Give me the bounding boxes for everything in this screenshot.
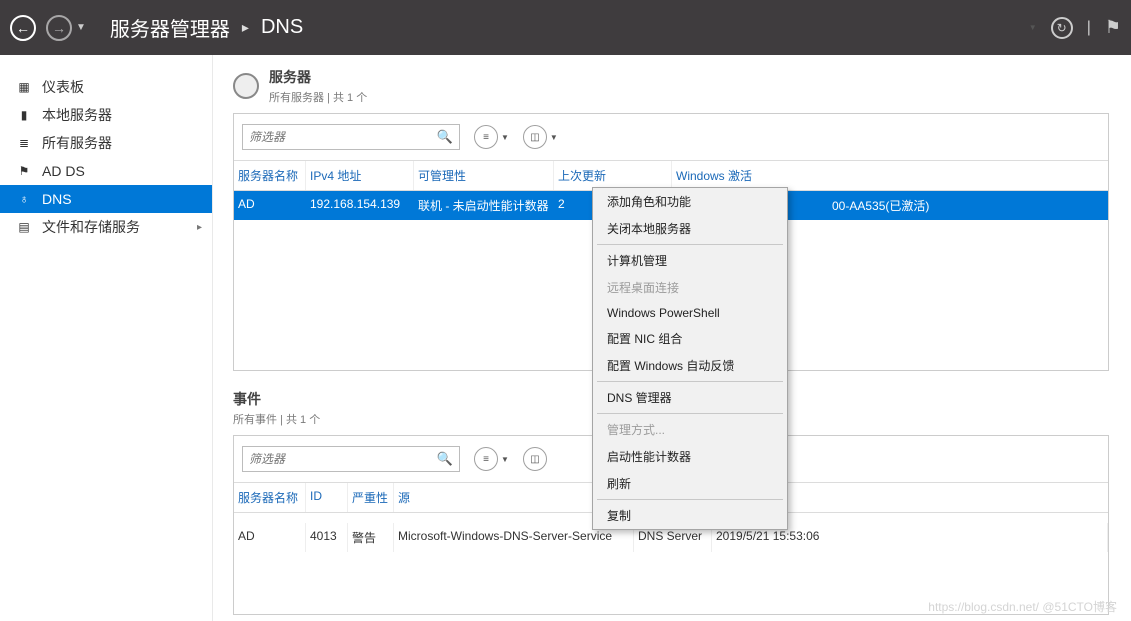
globe-icon: [233, 73, 259, 99]
dns-icon: ♁: [16, 191, 32, 207]
breadcrumb-root[interactable]: 服务器管理器: [110, 13, 230, 42]
servers-panel-header: 服务器 所有服务器 | 共 1 个: [213, 67, 1131, 105]
sidebar-item-label: 本地服务器: [42, 105, 112, 125]
columns-icon: ◫: [523, 125, 547, 149]
sidebar-item-label: DNS: [42, 191, 72, 207]
context-menu-item[interactable]: 配置 Windows 自动反馈: [593, 352, 787, 379]
breadcrumb: 服务器管理器 ▸ DNS: [110, 13, 303, 42]
breadcrumb-sep-icon: ▸: [242, 19, 249, 36]
servers-icon: ≣: [16, 135, 32, 151]
dashboard-icon: ▦: [16, 79, 32, 95]
sidebar-item-all-servers[interactable]: ≣ 所有服务器: [0, 129, 212, 157]
flag-icon[interactable]: ⚑: [1105, 17, 1121, 38]
chevron-down-icon: ▼: [550, 133, 558, 142]
servers-title: 服务器: [269, 67, 367, 87]
server-icon: ▮: [16, 107, 32, 123]
col-activation[interactable]: Windows 激活: [672, 161, 1108, 190]
col-ipv4[interactable]: IPv4 地址: [306, 161, 414, 190]
context-menu-item: 远程桌面连接: [593, 274, 787, 301]
context-menu-separator: [597, 381, 783, 382]
search-icon[interactable]: 🔍: [437, 451, 453, 467]
col-last-update[interactable]: 上次更新: [554, 161, 672, 190]
context-menu-item[interactable]: 刷新: [593, 470, 787, 497]
context-menu: 添加角色和功能关闭本地服务器计算机管理远程桌面连接Windows PowerSh…: [592, 187, 788, 530]
servers-toolbar: 🔍 ≡▼ ◫▼: [234, 124, 1108, 160]
context-menu-item[interactable]: 关闭本地服务器: [593, 215, 787, 242]
breadcrumb-page[interactable]: DNS: [261, 16, 303, 39]
cell-manage: 联机 - 未启动性能计数器: [414, 191, 554, 220]
context-menu-item: 管理方式...: [593, 416, 787, 443]
servers-filter-box[interactable]: 🔍: [242, 124, 460, 150]
chevron-down-icon: ▼: [501, 133, 509, 142]
divider-icon: |: [1087, 19, 1091, 37]
refresh-button[interactable]: ↻: [1051, 17, 1073, 39]
context-menu-item[interactable]: 启动性能计数器: [593, 443, 787, 470]
columns-icon: ◫: [523, 447, 547, 471]
sidebar-item-label: 文件和存储服务: [42, 217, 140, 237]
col-server-name[interactable]: 服务器名称: [234, 161, 306, 190]
sidebar-item-label: 所有服务器: [42, 133, 112, 153]
list-view-icon: ≡: [474, 447, 498, 471]
servers-view-dropdown[interactable]: ≡▼: [474, 125, 509, 149]
nav-history-dropdown[interactable]: ▼: [76, 22, 86, 33]
context-menu-item[interactable]: 复制: [593, 502, 787, 529]
context-menu-separator: [597, 244, 783, 245]
servers-filter-input[interactable]: [249, 130, 419, 144]
sidebar-item-label: 仪表板: [42, 77, 84, 97]
context-menu-item[interactable]: 计算机管理: [593, 247, 787, 274]
events-columns-dropdown[interactable]: ◫: [523, 447, 547, 471]
sidebar-item-dashboard[interactable]: ▦ 仪表板: [0, 73, 212, 101]
sidebar-item-local-server[interactable]: ▮ 本地服务器: [0, 101, 212, 129]
sidebar-item-adds[interactable]: ⚑ AD DS: [0, 157, 212, 185]
col-ev-server[interactable]: 服务器名称: [234, 483, 306, 512]
col-ev-sev[interactable]: 严重性: [348, 483, 394, 512]
sidebar-item-label: AD DS: [42, 163, 85, 179]
forward-button[interactable]: →: [46, 15, 72, 41]
chevron-down-icon: ▼: [501, 455, 509, 464]
servers-columns-dropdown[interactable]: ◫▼: [523, 125, 558, 149]
watermark: https://blog.csdn.net/ @51CTO博客: [928, 598, 1117, 615]
title-bar: ← → ▼ 服务器管理器 ▸ DNS ▼ ↻ | ⚑: [0, 0, 1131, 55]
col-manage[interactable]: 可管理性: [414, 161, 554, 190]
context-menu-separator: [597, 499, 783, 500]
files-icon: ▤: [16, 219, 32, 235]
context-menu-item[interactable]: 配置 NIC 组合: [593, 325, 787, 352]
cell-ev-name: AD: [234, 523, 306, 552]
context-menu-separator: [597, 413, 783, 414]
cell-ev-id: 4013: [306, 523, 348, 552]
context-menu-item[interactable]: DNS 管理器: [593, 384, 787, 411]
events-view-dropdown[interactable]: ≡▼: [474, 447, 509, 471]
chevron-right-icon: ▸: [197, 222, 202, 233]
adds-icon: ⚑: [16, 163, 32, 179]
sidebar-item-dns[interactable]: ♁ DNS: [0, 185, 212, 213]
cell-name: AD: [234, 191, 306, 220]
sidebar: ▦ 仪表板 ▮ 本地服务器 ≣ 所有服务器 ⚑ AD DS ♁ DNS ▤ 文件…: [0, 55, 213, 621]
cell-ev-sev: 警告: [348, 523, 394, 552]
cell-ipv4: 192.168.154.139: [306, 191, 414, 220]
back-button[interactable]: ←: [10, 15, 36, 41]
sidebar-item-file-storage[interactable]: ▤ 文件和存储服务 ▸: [0, 213, 212, 241]
events-filter-input[interactable]: [249, 452, 419, 466]
list-view-icon: ≡: [474, 125, 498, 149]
header-menu-dropdown-icon[interactable]: ▼: [1029, 23, 1037, 32]
context-menu-item[interactable]: 添加角色和功能: [593, 188, 787, 215]
search-icon[interactable]: 🔍: [437, 129, 453, 145]
servers-subtitle: 所有服务器 | 共 1 个: [269, 89, 367, 105]
col-ev-id[interactable]: ID: [306, 483, 348, 512]
events-filter-box[interactable]: 🔍: [242, 446, 460, 472]
context-menu-item[interactable]: Windows PowerShell: [593, 301, 787, 325]
